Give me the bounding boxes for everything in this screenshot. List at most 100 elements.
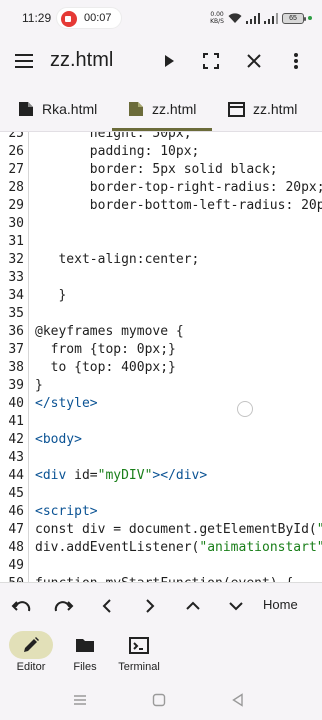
signal-icon-2 bbox=[264, 12, 278, 24]
more-vert-icon bbox=[294, 53, 298, 69]
back-triangle-icon bbox=[232, 693, 243, 707]
cursor-up-key[interactable] bbox=[181, 594, 205, 618]
code-editor[interactable]: 25 height: 50px; 26 padding: 10px; 27 bord… bbox=[0, 132, 322, 582]
nav-icon-container bbox=[63, 631, 107, 659]
recents-button[interactable] bbox=[71, 691, 89, 709]
nav-icon-container bbox=[117, 631, 161, 659]
code-text: text-align:center; bbox=[35, 252, 200, 267]
line-number: 30 bbox=[8, 216, 24, 231]
line-number: 47 bbox=[8, 522, 24, 537]
nav-active-indicator bbox=[9, 631, 53, 659]
arrow-up-icon bbox=[186, 601, 200, 610]
line-number: 35 bbox=[8, 306, 24, 321]
code-line: 39} bbox=[0, 377, 322, 395]
code-text: <div id="myDIV"></div> bbox=[35, 468, 208, 483]
line-number: 46 bbox=[8, 504, 24, 519]
cursor-down-key[interactable] bbox=[224, 594, 248, 618]
back-button[interactable] bbox=[229, 691, 247, 709]
menu-icon[interactable] bbox=[13, 51, 35, 71]
code-text: } bbox=[35, 288, 67, 303]
tab-label: zz.html bbox=[152, 101, 197, 117]
line-number: 29 bbox=[8, 198, 24, 213]
home-key[interactable]: Home bbox=[263, 597, 298, 612]
privacy-indicator-icon bbox=[308, 16, 312, 20]
signal-icon bbox=[246, 12, 260, 24]
status-icons: 0.00 KB/S 65 bbox=[210, 9, 312, 27]
html-file-icon bbox=[19, 102, 33, 116]
cursor-right-key[interactable] bbox=[138, 594, 162, 618]
line-number: 48 bbox=[8, 540, 24, 555]
line-number: 38 bbox=[8, 360, 24, 375]
screen-recording-pill[interactable]: 00:07 bbox=[56, 7, 122, 29]
cursor-left-key[interactable] bbox=[95, 594, 119, 618]
code-line: 29 border-bottom-left-radius: 20px; bbox=[0, 197, 322, 215]
terminal-icon bbox=[129, 636, 149, 654]
active-tab-indicator bbox=[112, 128, 212, 131]
code-text: <body> bbox=[35, 432, 82, 447]
undo-icon bbox=[11, 601, 31, 612]
network-speed-unit: KB/S bbox=[210, 18, 224, 25]
recording-time: 00:07 bbox=[84, 12, 112, 24]
code-line: 34 } bbox=[0, 287, 322, 305]
line-number: 27 bbox=[8, 162, 24, 177]
code-line: 32 text-align:center; bbox=[0, 251, 322, 269]
line-number: 42 bbox=[8, 432, 24, 447]
code-line: 45 bbox=[0, 485, 322, 503]
run-button[interactable] bbox=[157, 49, 181, 73]
code-line: 38 to {top: 400px;} bbox=[0, 359, 322, 377]
line-number: 39 bbox=[8, 378, 24, 393]
code-text: function myStartFunction(event) { bbox=[35, 575, 293, 582]
line-number: 33 bbox=[8, 270, 24, 285]
home-square-icon bbox=[152, 693, 166, 707]
code-line: 31 bbox=[0, 233, 322, 251]
code-line: 46 <script> bbox=[0, 503, 322, 521]
wifi-icon bbox=[228, 12, 242, 23]
tab-zz-html-preview[interactable]: zz.html bbox=[228, 86, 297, 132]
fullscreen-icon bbox=[203, 53, 219, 69]
home-button[interactable] bbox=[150, 691, 168, 709]
code-line: 30 bbox=[0, 215, 322, 233]
line-number: 41 bbox=[8, 414, 24, 429]
nav-terminal[interactable]: Terminal bbox=[111, 628, 175, 680]
line-number: 45 bbox=[8, 486, 24, 501]
nav-label: Editor bbox=[16, 661, 46, 673]
battery-icon: 65 bbox=[282, 12, 306, 24]
status-time: 11:29 bbox=[22, 11, 52, 25]
line-number: 40 bbox=[8, 396, 24, 411]
line-number: 34 bbox=[8, 288, 24, 303]
fullscreen-button[interactable] bbox=[199, 49, 223, 73]
tab-rka-html[interactable]: Rka.html bbox=[18, 86, 97, 132]
code-text: height: 50px; bbox=[35, 132, 192, 141]
overflow-menu-button[interactable] bbox=[284, 49, 308, 73]
code-text: to {top: 400px;} bbox=[35, 360, 176, 375]
code-line: 48 div.addEventListener("animationstart",… bbox=[0, 539, 322, 557]
code-line: 28 border-top-right-radius: 20px; bbox=[0, 179, 322, 197]
extra-keys-toolbar: Home bbox=[0, 582, 322, 628]
code-line: 41 bbox=[0, 413, 322, 431]
tab-label: Rka.html bbox=[42, 101, 98, 117]
close-icon bbox=[247, 54, 261, 68]
tab-zz-html[interactable]: zz.html bbox=[128, 86, 196, 132]
code-line: 26 padding: 10px; bbox=[0, 143, 322, 161]
code-line: 42 <body> bbox=[0, 431, 322, 449]
text-cursor-handle[interactable] bbox=[237, 401, 253, 417]
code-line: 35 bbox=[0, 305, 322, 323]
line-number: 25 bbox=[8, 132, 24, 141]
code-line: 25 height: 50px; bbox=[0, 132, 322, 143]
redo-button[interactable] bbox=[52, 594, 76, 618]
line-number: 36 bbox=[8, 324, 24, 339]
undo-button[interactable] bbox=[9, 594, 33, 618]
browser-window-icon bbox=[228, 101, 245, 117]
code-line: 40 </style> bbox=[0, 395, 322, 413]
close-file-button[interactable] bbox=[242, 49, 266, 73]
status-bar: 11:29 00:07 0.00 KB/S 65 bbox=[0, 0, 322, 36]
code-text: border: 5px solid black; bbox=[35, 162, 278, 177]
code-line: 37 from {top: 0px;} bbox=[0, 341, 322, 359]
nav-label: Terminal bbox=[118, 661, 160, 673]
tab-label: zz.html bbox=[253, 101, 298, 117]
code-text: div.addEventListener("animationstart", m… bbox=[35, 540, 322, 555]
html-file-icon bbox=[129, 102, 143, 116]
code-line: 50 function myStartFunction(event) { bbox=[0, 575, 322, 582]
play-icon bbox=[165, 55, 174, 67]
recents-icon bbox=[74, 695, 86, 705]
